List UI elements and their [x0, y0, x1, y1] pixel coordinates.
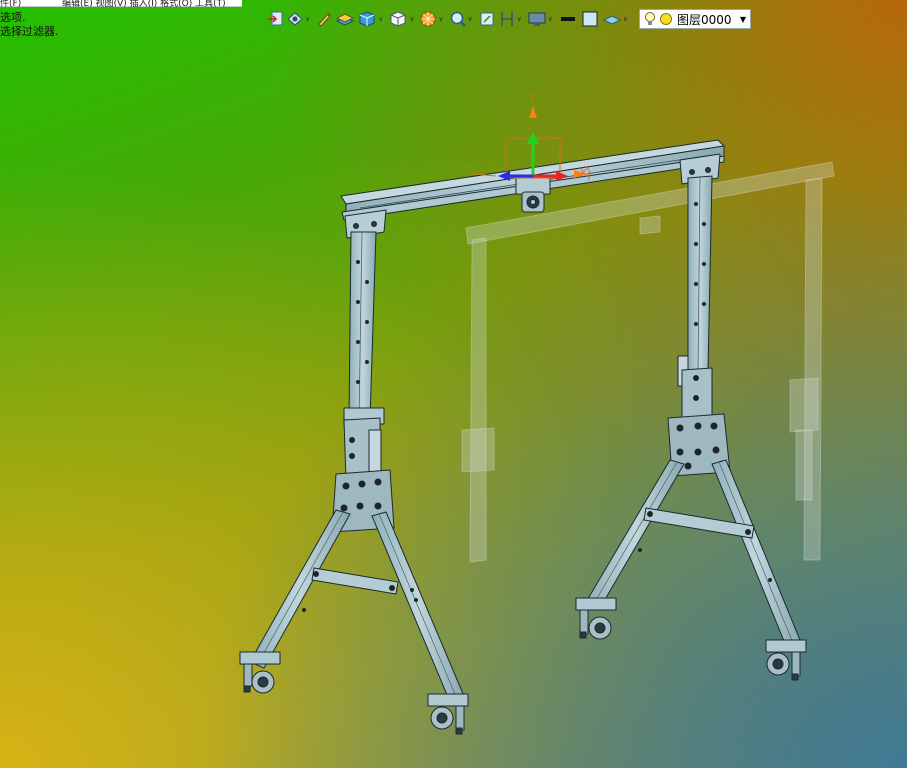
view-icon [287, 12, 303, 26]
chevron-down-icon: ∨ [438, 15, 444, 23]
visual-style-icon [420, 11, 436, 27]
chevron-down-icon: ∨ [547, 15, 553, 23]
view-button[interactable]: ∨ [286, 8, 313, 30]
right-column[interactable] [667, 175, 731, 477]
zoom-button[interactable]: ∨ [449, 8, 476, 30]
dropdown-arrow-icon[interactable]: ▼ [740, 15, 746, 24]
chevron-down-icon: ∨ [409, 15, 415, 23]
layer-props-icon [602, 15, 621, 25]
display-button[interactable]: ∨ [527, 8, 556, 30]
display-icon [528, 12, 546, 26]
pen-icon [318, 13, 331, 27]
chevron-down-icon: ∨ [378, 15, 384, 23]
color-swatch-button[interactable] [580, 8, 600, 30]
gizmo-y-label: Y [528, 92, 536, 103]
layer-name: 图层0000 [677, 12, 732, 27]
gizmo-z-label: Z [466, 166, 473, 177]
dimension-button[interactable]: ∨ [498, 8, 525, 30]
chevron-down-icon: ∨ [467, 15, 473, 23]
chevron-down-icon: ∨ [305, 15, 311, 23]
chevron-down-icon: ∨ [516, 15, 522, 23]
layer-tool-button[interactable] [335, 8, 355, 30]
right-front-caster[interactable] [575, 597, 617, 640]
fit-button[interactable] [478, 8, 496, 30]
box-button[interactable]: ∨ [388, 8, 417, 30]
dimension-icon [500, 12, 513, 26]
layer-dropdown[interactable]: 图层0000 ▼ [639, 9, 751, 29]
sun-icon [660, 13, 672, 25]
box-icon [390, 11, 406, 27]
model-viewport[interactable]: 件(F) 编辑(E) 视图(V) 插入(I) 格式(O) 工具(T) 选项. 选… [0, 0, 907, 768]
visual-style-button[interactable]: ∨ [419, 8, 446, 30]
left-front-caster[interactable] [239, 651, 281, 694]
gizmo-y-cone[interactable] [529, 106, 537, 118]
layer-tool-icon [336, 13, 355, 26]
ucs-button[interactable] [266, 8, 284, 30]
lightbulb-icon [645, 12, 655, 25]
cube-button[interactable]: ∨ [357, 8, 386, 30]
zoom-icon [450, 11, 466, 27]
pen-button[interactable] [315, 8, 333, 30]
trolley[interactable] [515, 177, 551, 213]
left-column[interactable] [331, 231, 395, 533]
chevron-down-icon: ∨ [622, 15, 628, 23]
fit-icon [480, 12, 494, 26]
right-rear-caster[interactable] [765, 639, 807, 681]
cube-icon [359, 11, 375, 27]
ucs-icon [268, 11, 283, 26]
color-swatch-icon [582, 11, 598, 27]
right-legs[interactable] [585, 459, 801, 647]
gantry-crane-model[interactable]: Y X Z [0, 0, 907, 768]
view-toolbar: ∨ ∨ ∨ ∨ ∨ ∨ ∨ ∨ 图层0000 ▼ [266, 8, 751, 30]
gizmo-x-label: X [580, 168, 587, 179]
left-rear-caster[interactable] [427, 693, 469, 735]
left-legs[interactable] [249, 509, 465, 703]
layer-props-button[interactable]: ∨ [602, 8, 631, 30]
lineweight-icon [560, 17, 575, 21]
lineweight-button[interactable] [558, 8, 578, 30]
